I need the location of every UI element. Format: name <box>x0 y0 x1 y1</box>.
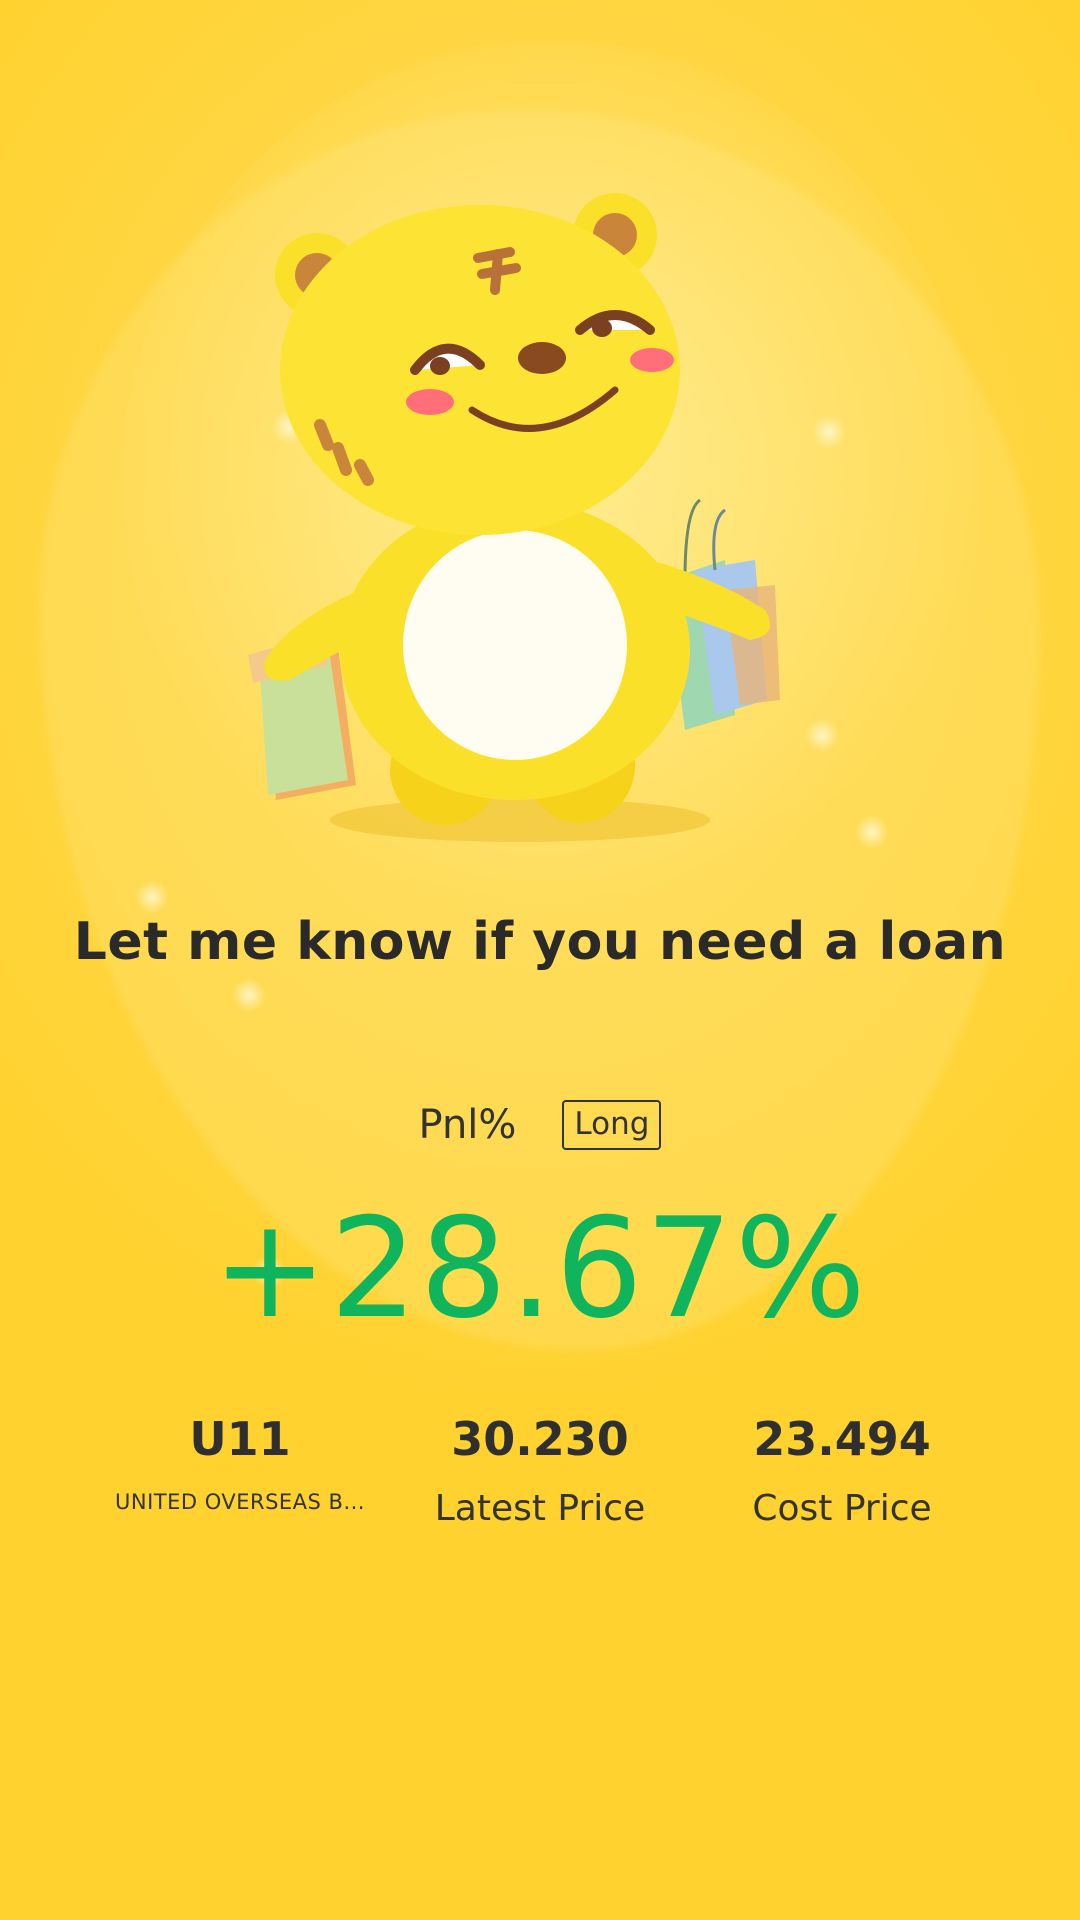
latest-price-value: 30.230 <box>451 1412 629 1466</box>
stock-symbol: U11 <box>189 1412 291 1466</box>
pnl-header: Pnl% Long <box>0 1100 1080 1150</box>
cost-price-stat: 23.494 Cost Price <box>672 1412 1012 1529</box>
sparkle <box>855 815 889 849</box>
tiger-mascot-with-shopping-bags-icon <box>220 180 840 860</box>
loan-headline: Let me know if you need a loan <box>73 912 1007 972</box>
stock-name: UNITED OVERSEAS B... <box>114 1490 365 1514</box>
cost-price-label: Cost Price <box>752 1488 932 1529</box>
pnl-label: Pnl% <box>418 1102 517 1148</box>
position-direction-badge: Long <box>562 1100 662 1150</box>
latest-price-stat: 30.230 Latest Price <box>370 1412 710 1529</box>
pnl-percentage-value: +28.67% <box>212 1188 868 1349</box>
cost-price-value: 23.494 <box>753 1412 931 1466</box>
sparkle <box>232 978 266 1012</box>
sparkle <box>135 880 169 914</box>
latest-price-label: Latest Price <box>434 1488 646 1529</box>
stock-symbol-stat: U11 UNITED OVERSEAS B... <box>70 1412 410 1514</box>
